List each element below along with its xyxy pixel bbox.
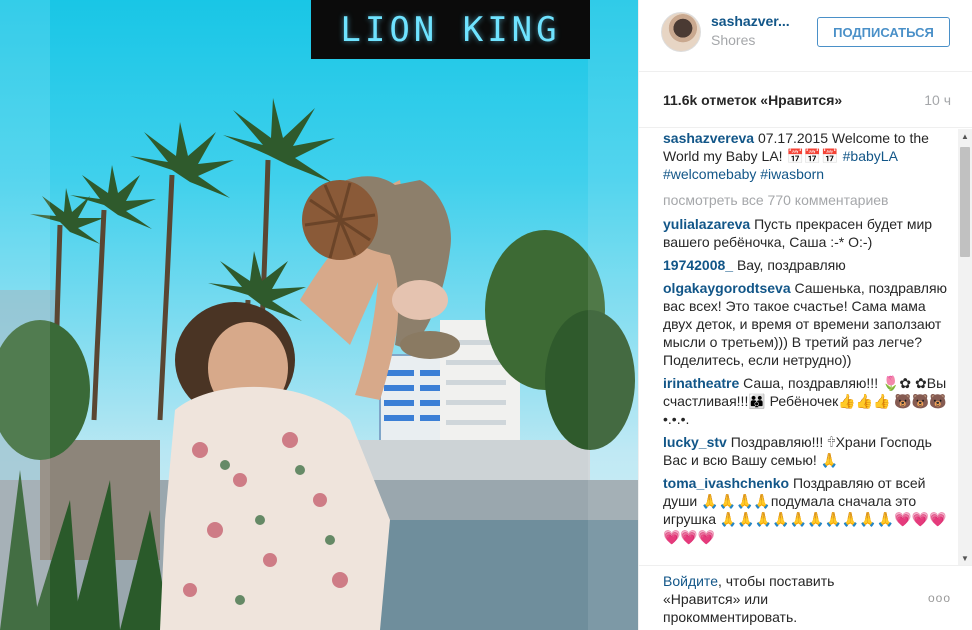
post-location[interactable]: Shores [711,32,755,48]
post-photo[interactable]: LION KING [0,0,638,630]
photo-scene [0,98,638,630]
scroll-down-arrow-icon[interactable]: ▼ [958,551,972,565]
post-footer: Войдите, чтобы поставить «Нравится» или … [639,565,972,630]
post-header: sashazver... Shores ПОДПИСАТЬСЯ [639,0,972,72]
photo-right-fade [588,0,638,630]
login-link[interactable]: Войдите [663,573,718,589]
follow-button[interactable]: ПОДПИСАТЬСЯ [817,17,950,47]
caption-username[interactable]: sashazvereva [663,130,754,146]
comment-item: yulialazareva Пусть прекрасен будет мир … [663,215,955,251]
instagram-post-modal: LION KING sashazver... Shores ПОДПИСАТЬС… [0,0,972,630]
avatar[interactable] [661,12,701,52]
comment-username[interactable]: toma_ivashchenko [663,475,789,491]
likes-row: 11.6k отметок «Нравится» 10 ч [639,72,972,128]
photo-title-text: LION KING [340,9,561,50]
comment-item: lucky_stv Поздравляю!!! 🕆Храни Господь В… [663,433,955,469]
caption: sashazvereva 07.17.2015 Welcome to the W… [663,129,955,183]
scrollbar-thumb[interactable] [960,147,970,257]
comment-text: Вау, поздравляю [736,257,846,273]
post-side-panel: sashazver... Shores ПОДПИСАТЬСЯ 11.6k от… [638,0,972,630]
post-author-username[interactable]: sashazver... [711,13,790,29]
comments-scrollbar[interactable]: ▲ ▼ [958,129,972,565]
comment-item: toma_ivashchenko Поздравляю от всей души… [663,474,955,546]
comment-username[interactable]: irinatheatre [663,375,739,391]
comment-item: 19742008_ Вау, поздравляю [663,256,955,274]
comment-username[interactable]: olgakaygorodtseva [663,280,791,296]
view-all-comments-link[interactable]: посмотреть все 770 комментариев [663,191,955,209]
more-options-icon[interactable]: ooo [928,591,951,605]
photo-title-overlay: LION KING [311,0,590,59]
comments-list[interactable]: sashazvereva 07.17.2015 Welcome to the W… [663,129,955,563]
post-time[interactable]: 10 ч [924,92,951,108]
comment-item: olgakaygorodtseva Сашенька, поздравляю в… [663,279,955,369]
comment-username[interactable]: yulialazareva [663,216,750,232]
comment-username[interactable]: lucky_stv [663,434,727,450]
photo-left-fade [0,0,50,630]
login-prompt: Войдите, чтобы поставить «Нравится» или … [663,572,893,626]
comment-username[interactable]: 19742008_ [663,257,733,273]
likes-count[interactable]: 11.6k отметок «Нравится» [663,92,842,108]
scroll-up-arrow-icon[interactable]: ▲ [958,129,972,143]
comment-item: irinatheatre Саша, поздравляю!!! 🌷✿ ✿Вы … [663,374,955,428]
